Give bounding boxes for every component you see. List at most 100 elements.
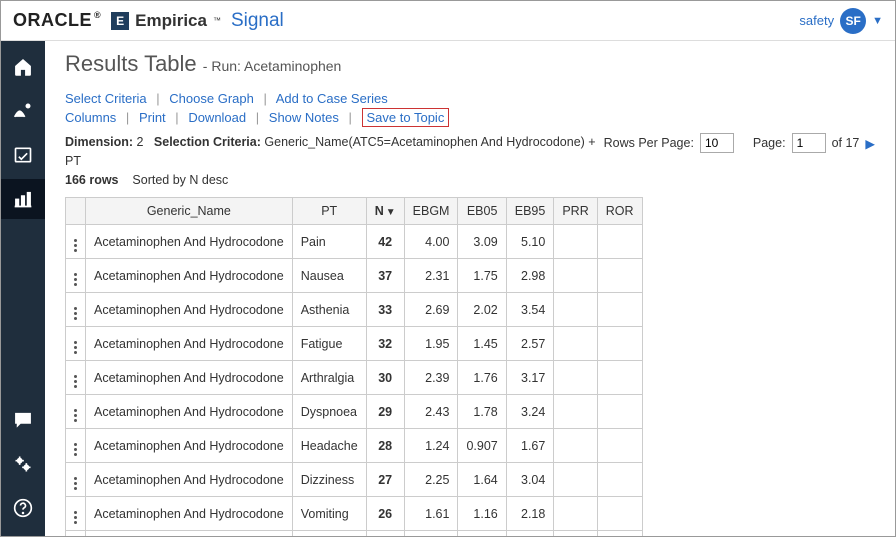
actions-row-2: Columns | Print | Download | Show Notes …: [65, 110, 875, 125]
row-menu-button[interactable]: [66, 361, 86, 395]
nav-data-mining[interactable]: [1, 179, 45, 219]
link-print[interactable]: Print: [139, 110, 166, 125]
dimension-label: Dimension:: [65, 135, 133, 149]
cell-ror: [597, 531, 642, 536]
run-name: Acetaminophen: [244, 58, 341, 74]
next-page-icon[interactable]: ▶: [865, 136, 875, 151]
nav-review[interactable]: [1, 135, 45, 175]
cell-n: 42: [366, 225, 404, 259]
main-content: Results Table - Run: Acetaminophen Selec…: [45, 41, 895, 536]
user-label[interactable]: safety: [799, 13, 834, 28]
link-add-case-series[interactable]: Add to Case Series: [276, 91, 388, 106]
cell-prr: [554, 293, 597, 327]
table-row: Acetaminophen And HydrocodoneArthralgia3…: [66, 361, 643, 395]
cell-n: 23: [366, 531, 404, 536]
separator: |: [349, 110, 352, 125]
table-row: Acetaminophen And HydrocodoneVomiting261…: [66, 497, 643, 531]
cell-n: 30: [366, 361, 404, 395]
row-menu-button[interactable]: [66, 429, 86, 463]
header-user-area: safety SF ▼: [799, 8, 883, 34]
cell-generic: Acetaminophen And Hydrocodone: [86, 225, 293, 259]
separator: |: [263, 91, 266, 106]
page-title-text: Results Table: [65, 51, 197, 76]
row-menu-button[interactable]: [66, 259, 86, 293]
table-row: Acetaminophen And HydrocodoneHeadache281…: [66, 429, 643, 463]
cell-n: 29: [366, 395, 404, 429]
cell-generic: Acetaminophen And Hydrocodone: [86, 293, 293, 327]
cell-generic: Acetaminophen And Hydrocodone: [86, 429, 293, 463]
cell-ror: [597, 327, 642, 361]
cell-ebgm: 3.26: [404, 531, 458, 536]
row-menu-button[interactable]: [66, 463, 86, 497]
actions-row-1: Select Criteria | Choose Graph | Add to …: [65, 91, 875, 106]
empirica-text: Empirica: [135, 11, 207, 31]
separator: |: [175, 110, 178, 125]
cell-eb95: 4.50: [506, 531, 554, 536]
avatar[interactable]: SF: [840, 8, 866, 34]
cell-eb05: 2.31: [458, 531, 506, 536]
cell-eb95: 5.10: [506, 225, 554, 259]
cell-eb05: 1.16: [458, 497, 506, 531]
col-eb95[interactable]: EB95: [506, 198, 554, 225]
row-menu-button[interactable]: [66, 225, 86, 259]
table-row: Acetaminophen And HydrocodoneAnaemia233.…: [66, 531, 643, 536]
cell-prr: [554, 463, 597, 497]
row-menu-button[interactable]: [66, 293, 86, 327]
cell-generic: Acetaminophen And Hydrocodone: [86, 395, 293, 429]
nav-settings[interactable]: [1, 444, 45, 484]
cell-eb05: 1.64: [458, 463, 506, 497]
link-download[interactable]: Download: [188, 110, 246, 125]
cell-eb05: 1.75: [458, 259, 506, 293]
separator: |: [156, 91, 159, 106]
signal-text: Signal: [231, 10, 284, 32]
cell-ror: [597, 293, 642, 327]
col-n-label: N: [375, 204, 384, 218]
cell-ebgm: 2.31: [404, 259, 458, 293]
cell-prr: [554, 429, 597, 463]
row-menu-button[interactable]: [66, 531, 86, 536]
row-menu-button[interactable]: [66, 395, 86, 429]
cell-pt: Nausea: [292, 259, 366, 293]
cell-n: 26: [366, 497, 404, 531]
cell-prr: [554, 361, 597, 395]
col-prr[interactable]: PRR: [554, 198, 597, 225]
cell-pt: Dizziness: [292, 463, 366, 497]
link-select-criteria[interactable]: Select Criteria: [65, 91, 147, 106]
col-ror[interactable]: ROR: [597, 198, 642, 225]
nav-home[interactable]: [1, 47, 45, 87]
link-columns[interactable]: Columns: [65, 110, 116, 125]
cell-ebgm: 2.69: [404, 293, 458, 327]
col-pt[interactable]: PT: [292, 198, 366, 225]
nav-signals[interactable]: [1, 91, 45, 131]
cell-generic: Acetaminophen And Hydrocodone: [86, 327, 293, 361]
row-menu-button[interactable]: [66, 497, 86, 531]
row-menu-button[interactable]: [66, 327, 86, 361]
cell-eb95: 2.57: [506, 327, 554, 361]
page-input[interactable]: [792, 133, 826, 153]
col-generic-name[interactable]: Generic_Name: [86, 198, 293, 225]
col-menu: [66, 198, 86, 225]
cell-eb95: 2.18: [506, 497, 554, 531]
cell-n: 37: [366, 259, 404, 293]
link-choose-graph[interactable]: Choose Graph: [169, 91, 254, 106]
empirica-icon: E: [111, 12, 129, 30]
rows-per-page-label: Rows Per Page:: [604, 136, 694, 150]
col-eb05[interactable]: EB05: [458, 198, 506, 225]
rows-per-page-input[interactable]: [700, 133, 734, 153]
col-ebgm[interactable]: EBGM: [404, 198, 458, 225]
cell-n: 28: [366, 429, 404, 463]
cell-pt: Dyspnoea: [292, 395, 366, 429]
dimension-value: 2: [137, 135, 144, 149]
page-total: of 17: [832, 136, 860, 150]
table-row: Acetaminophen And HydrocodoneDyspnoea292…: [66, 395, 643, 429]
nav-feedback[interactable]: [1, 400, 45, 440]
run-prefix: - Run:: [203, 58, 241, 74]
cell-prr: [554, 497, 597, 531]
meta-row: Dimension: 2 Selection Criteria: Generic…: [65, 133, 875, 189]
user-menu-caret-icon[interactable]: ▼: [872, 15, 883, 27]
col-n[interactable]: N▼: [366, 198, 404, 225]
link-show-notes[interactable]: Show Notes: [269, 110, 339, 125]
nav-help[interactable]: [1, 488, 45, 528]
link-save-to-topic[interactable]: Save to Topic: [362, 108, 450, 127]
table-row: Acetaminophen And HydrocodonePain424.003…: [66, 225, 643, 259]
